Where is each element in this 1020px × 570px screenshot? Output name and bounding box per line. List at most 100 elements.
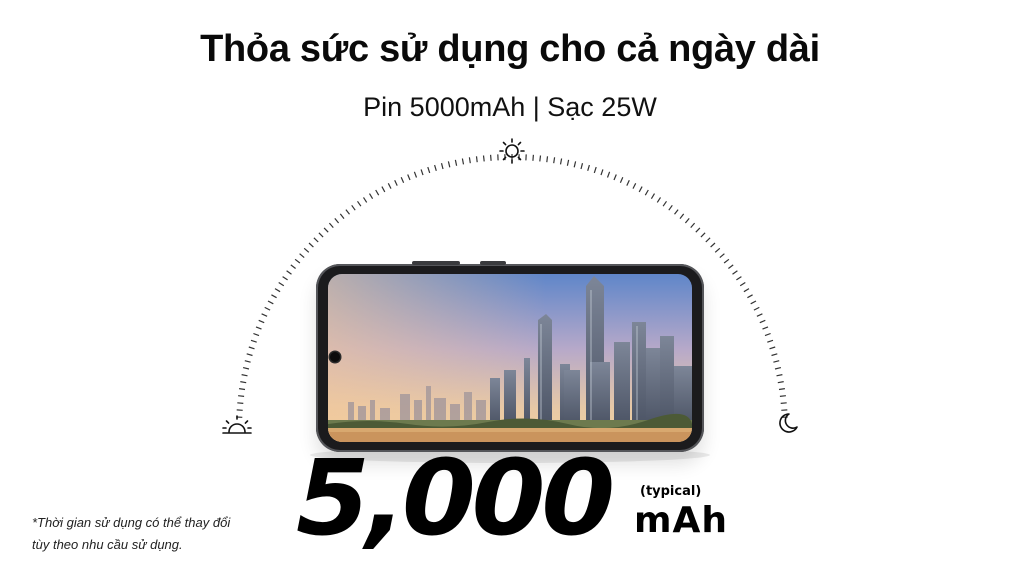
arc-tick [719, 253, 725, 259]
arc-tick [750, 300, 757, 305]
battery-qualifier: (typical) [640, 484, 702, 499]
arc-tick [728, 264, 734, 269]
arc-tick [732, 270, 738, 275]
arc-tick [679, 213, 685, 219]
arc-tick [638, 186, 643, 193]
battery-capacity-value: 5,000 [296, 437, 615, 559]
arc-tick [546, 156, 549, 163]
arc-tick [753, 306, 760, 311]
arc-tick [351, 204, 356, 211]
arc-tick [440, 163, 444, 170]
arc-tick [767, 339, 774, 343]
arc-tick [606, 171, 611, 178]
arc-tick [705, 237, 711, 243]
arc-tick [308, 242, 314, 248]
arc-tick [777, 381, 784, 384]
arc-tick [242, 367, 250, 370]
arc-tick [468, 157, 471, 164]
arc-tick [244, 360, 251, 363]
arc-tick [774, 367, 782, 370]
arc-tick [539, 155, 542, 162]
arc-tick [253, 332, 260, 337]
arc-tick [447, 161, 451, 168]
arc-tick [323, 227, 329, 233]
arc-tick [644, 189, 649, 196]
arc-tick [290, 264, 296, 269]
arc-tick [736, 276, 742, 281]
arc-tick [619, 176, 624, 183]
arc-tick [299, 253, 305, 259]
arc-tick [490, 154, 492, 161]
arc-tick [258, 319, 265, 324]
arc-tick [475, 156, 478, 163]
arc-tick [532, 154, 534, 161]
arc-tick [739, 281, 746, 287]
arc-tick [695, 227, 701, 233]
arc-tick [434, 164, 437, 171]
arc-tick [559, 158, 563, 165]
arc-tick [375, 189, 380, 196]
arc-tick [339, 213, 345, 219]
arc-tick [420, 169, 424, 176]
arc-tick [632, 183, 637, 189]
arc-tick [294, 258, 301, 264]
arc-tick [566, 159, 570, 166]
footnote: *Thời gian sử dụng có thể thay đổi tùy t… [32, 512, 282, 556]
arc-tick [427, 166, 431, 174]
arc-tick [394, 179, 398, 186]
arc-tick [264, 306, 271, 311]
arc-tick [482, 155, 485, 162]
arc-tick [650, 193, 656, 200]
arc-tick [381, 186, 386, 193]
arc-tick [580, 163, 584, 170]
arc-tick [454, 159, 458, 166]
footnote-line-2: tùy theo nhu cầu sử dụng. [32, 537, 183, 552]
arc-tick [769, 346, 776, 350]
arc-tick [771, 353, 778, 357]
arc-tick [700, 232, 706, 238]
arc-tick [668, 204, 673, 211]
arc-tick [248, 346, 255, 350]
arc-tick [271, 294, 277, 299]
arc-tick [553, 157, 556, 164]
arc-tick [710, 242, 716, 248]
arc-tick [387, 183, 392, 189]
arc-tick [241, 374, 248, 377]
arc-tick [357, 200, 362, 207]
arc-tick [274, 288, 281, 293]
arc-tick [684, 218, 690, 224]
arc-tick [587, 164, 590, 171]
arc-tick [747, 294, 753, 299]
arc-tick [779, 395, 786, 397]
arc-tick [714, 247, 721, 253]
arc-tick [368, 193, 374, 200]
arc-tick [303, 247, 310, 253]
footnote-line-1: *Thời gian sử dụng có thể thay đổi [32, 515, 231, 530]
arc-tick [762, 326, 769, 330]
front-camera [330, 352, 340, 362]
arc-tick [743, 288, 750, 293]
arc-tick [286, 270, 292, 275]
arc-tick [764, 332, 771, 337]
arc-tick [237, 402, 244, 404]
arc-tick [267, 300, 274, 305]
arc-tick [282, 276, 288, 281]
arc-tick [778, 388, 785, 391]
arc-tick [255, 326, 262, 330]
arc-tick [413, 171, 418, 178]
arc-tick [600, 169, 604, 176]
arc-tick [756, 313, 763, 317]
battery-unit: mAh [634, 500, 729, 541]
arc-tick [278, 281, 285, 287]
arc-tick [723, 258, 730, 264]
arc-tick [407, 174, 411, 181]
arc-tick [240, 381, 247, 384]
arc-tick [674, 209, 679, 215]
arc-tick [345, 209, 350, 215]
arc-tick [400, 176, 405, 183]
arc-tick [239, 388, 246, 391]
arc-tick [362, 197, 368, 203]
arc-tick [662, 200, 667, 207]
arc-tick [461, 158, 465, 165]
arc-tick [776, 374, 783, 377]
